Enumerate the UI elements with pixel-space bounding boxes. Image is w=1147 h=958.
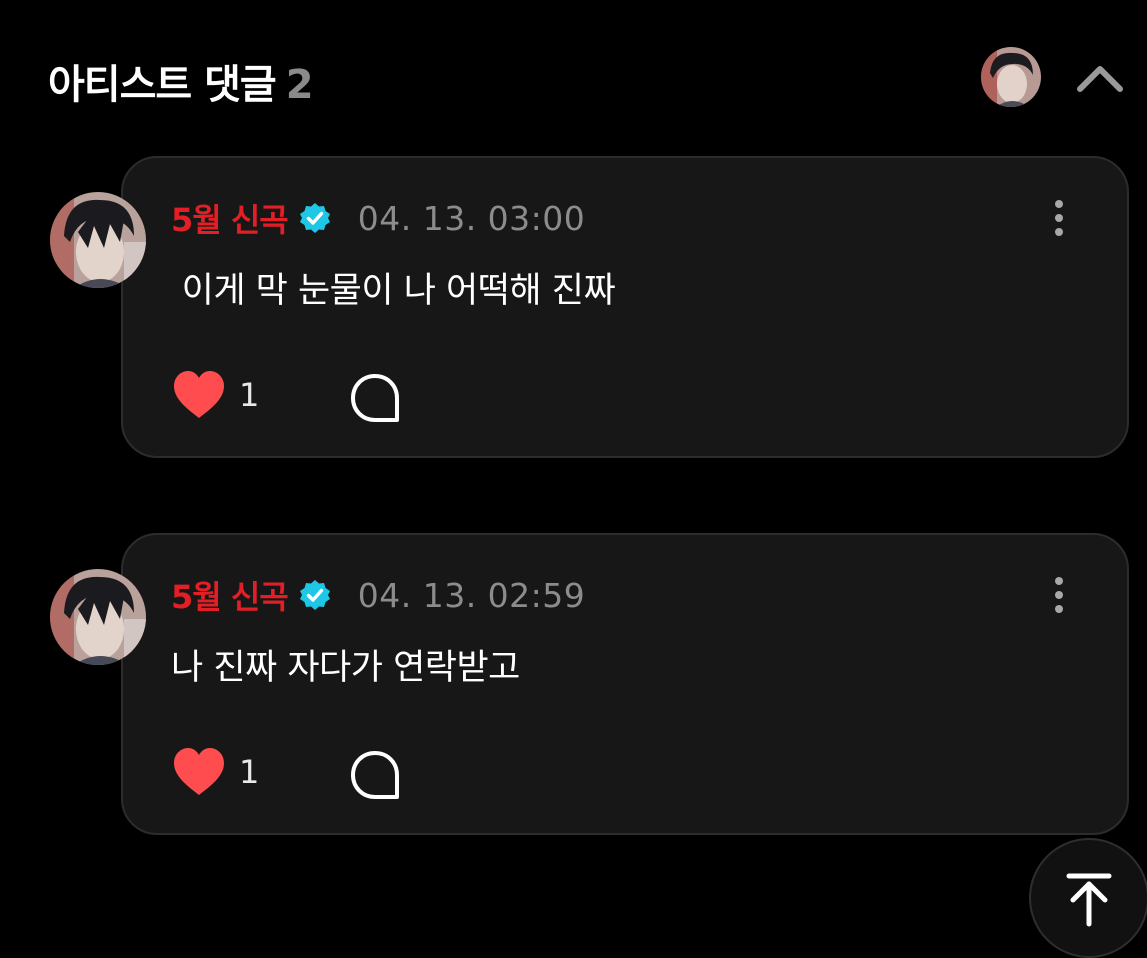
comment-author-row: 5월 신곡 04. 13. 02:59 bbox=[171, 573, 585, 617]
chevron-up-icon bbox=[1077, 66, 1123, 92]
section-title: 아티스트 댓글 2 bbox=[48, 52, 314, 110]
comment-text: 나 진짜 자다가 연락받고 bbox=[171, 648, 520, 688]
avatar[interactable] bbox=[50, 569, 146, 665]
arrow-to-top-icon bbox=[1066, 873, 1112, 927]
comment-text: 이게 막 눈물이 나 어떡해 진짜 bbox=[171, 271, 616, 311]
comment-count: 2 bbox=[285, 62, 314, 108]
like-button[interactable] bbox=[171, 745, 227, 801]
avatar[interactable] bbox=[50, 192, 146, 288]
comment-card: 5월 신곡 04. 13. 02:59 나 진짜 자다가 연락받고 1 bbox=[50, 533, 1129, 835]
more-options-button[interactable] bbox=[1047, 198, 1071, 238]
author-name[interactable]: 5월 신곡 bbox=[171, 195, 289, 241]
reply-button[interactable] bbox=[349, 749, 401, 801]
comment-card: 5월 신곡 04. 13. 03:00 이게 막 눈물이 나 어떡해 진짜 1 bbox=[50, 156, 1129, 458]
collapse-button[interactable] bbox=[1072, 55, 1128, 99]
section-title-text: 아티스트 댓글 bbox=[48, 62, 277, 108]
comment-timestamp: 04. 13. 02:59 bbox=[357, 575, 586, 615]
verified-badge-icon bbox=[298, 201, 332, 235]
more-vertical-icon bbox=[1055, 200, 1063, 236]
reply-button[interactable] bbox=[349, 372, 401, 424]
reply-bubble-icon bbox=[351, 374, 399, 422]
heart-icon bbox=[174, 371, 224, 418]
header-avatar[interactable] bbox=[981, 47, 1041, 107]
like-button[interactable] bbox=[171, 368, 227, 424]
scroll-to-top-button[interactable] bbox=[1029, 838, 1147, 958]
reply-bubble-icon bbox=[351, 751, 399, 799]
comment-timestamp: 04. 13. 03:00 bbox=[357, 198, 586, 238]
verified-badge-icon bbox=[298, 578, 332, 612]
more-options-button[interactable] bbox=[1047, 575, 1071, 615]
like-count: 1 bbox=[239, 753, 260, 791]
comment-author-row: 5월 신곡 04. 13. 03:00 bbox=[171, 196, 585, 240]
heart-icon bbox=[174, 748, 224, 795]
author-name[interactable]: 5월 신곡 bbox=[171, 572, 289, 618]
like-count: 1 bbox=[239, 376, 260, 414]
comments-header: 아티스트 댓글 2 bbox=[0, 0, 1147, 150]
more-vertical-icon bbox=[1055, 577, 1063, 613]
